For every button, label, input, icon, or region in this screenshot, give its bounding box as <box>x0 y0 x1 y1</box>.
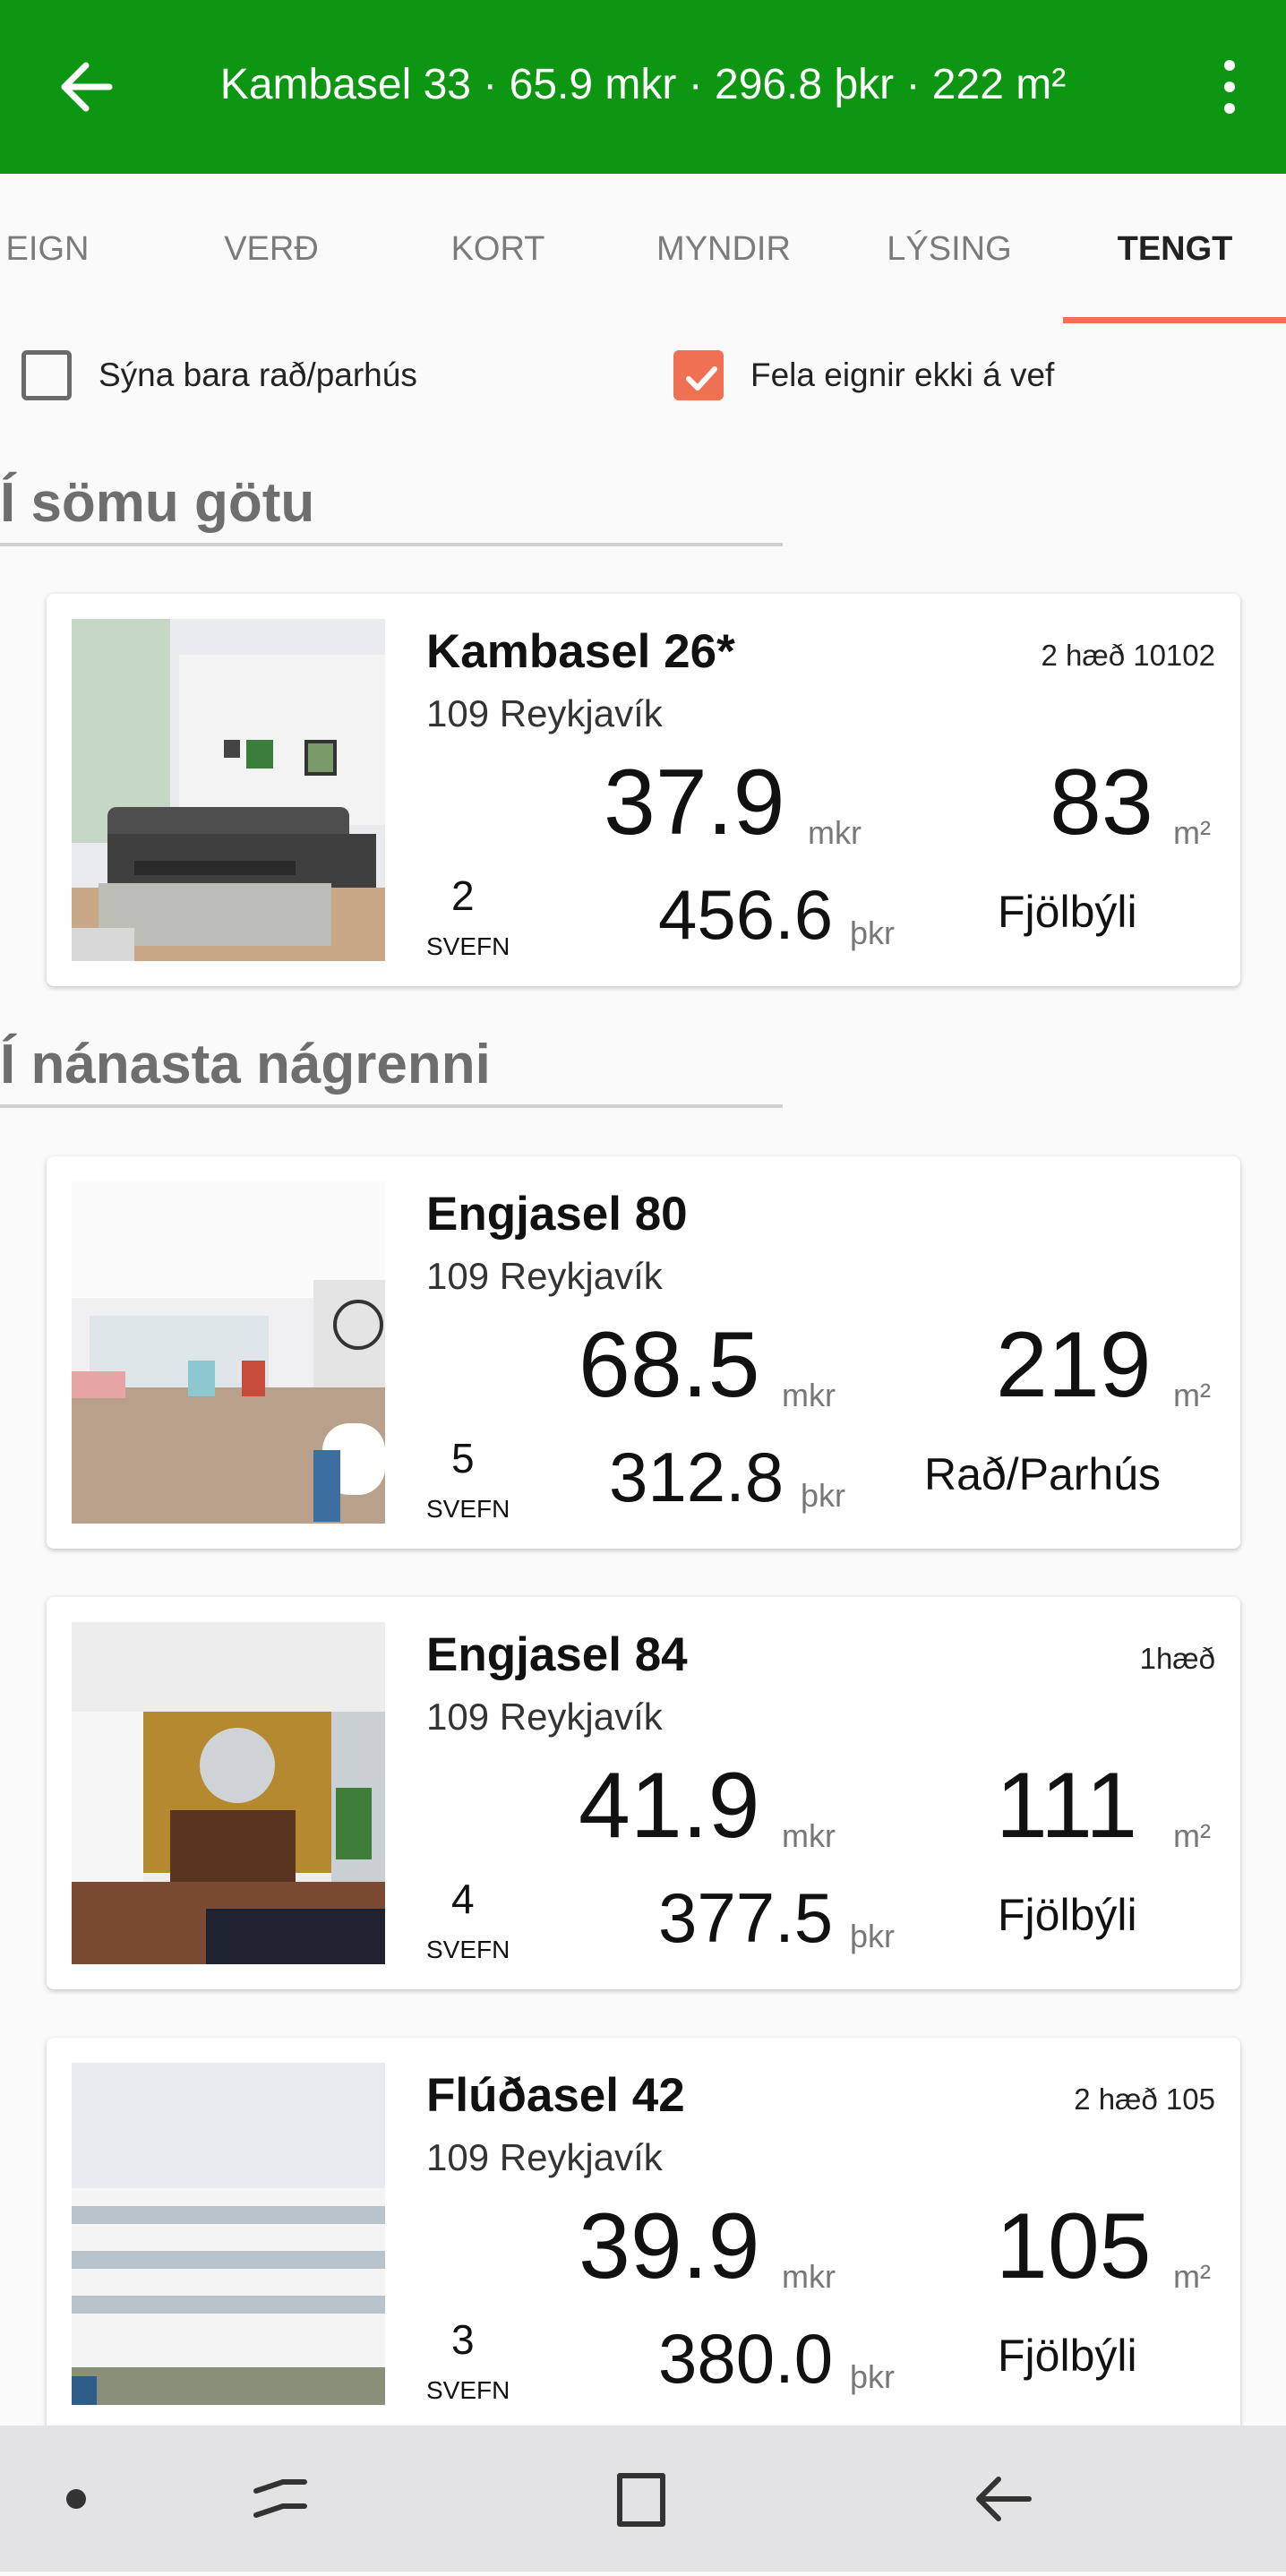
more-vert-icon[interactable] <box>1216 59 1243 115</box>
ppm-unit: þkr <box>801 1477 846 1514</box>
recent-apps-icon[interactable] <box>251 2426 313 2572</box>
filter-row-houses[interactable]: Sýna bara rað/parhús <box>21 344 417 407</box>
nav-dot-icon[interactable] <box>63 2426 90 2572</box>
nav-back-icon[interactable] <box>972 2426 1034 2572</box>
listing-card[interactable]: Engjasel 84 109 Reykjavík 1hæð 41.9 mkr … <box>47 1597 1240 1989</box>
listing-price: 68.5 <box>579 1313 760 1417</box>
listing-bedrooms: 5 <box>451 1435 475 1481</box>
ppm-unit: þkr <box>850 1918 896 1954</box>
tab-myndir[interactable]: MYNDIR <box>612 174 836 324</box>
listing-floor-info: 2 hæð 105 <box>1074 2082 1215 2116</box>
listing-address: Engjasel 80 <box>426 1188 688 1241</box>
listing-city: 109 Reykjavík <box>426 1255 663 1297</box>
filter-hide-offline[interactable]: Fela eignir ekki á vef <box>673 344 1054 407</box>
listing-bedrooms: 2 <box>451 872 475 919</box>
tab-eign[interactable]: EIGN <box>0 174 159 324</box>
row-houses-checkbox[interactable] <box>21 350 72 400</box>
listing-area: 219 <box>996 1313 1152 1417</box>
listing-type: Fjölbýli <box>998 1890 1137 1940</box>
listing-price: 39.9 <box>579 2194 760 2298</box>
tab-verd[interactable]: VERÐ <box>159 174 383 324</box>
hide-offline-checkbox[interactable] <box>673 350 724 400</box>
listing-area: 105 <box>996 2194 1152 2298</box>
system-nav-bar <box>0 2426 1286 2572</box>
listing-bedrooms: 3 <box>451 2316 475 2363</box>
home-icon[interactable] <box>609 2426 672 2572</box>
page-title: Kambasel 33 · 65.9 mkr · 296.8 þkr · 222… <box>219 61 1067 108</box>
listing-price-per-sqm: 456.6 <box>658 875 834 954</box>
tab-lysing[interactable]: LÝSING <box>837 174 1061 324</box>
listing-city: 109 Reykjavík <box>426 1696 663 1738</box>
bedrooms-label: SVEFN <box>426 2376 510 2404</box>
bedrooms-label: SVEFN <box>426 932 510 960</box>
hide-offline-label: Fela eignir ekki á vef <box>750 356 1055 393</box>
listing-type: Fjölbýli <box>998 887 1137 937</box>
listing-type: Fjölbýli <box>998 2331 1137 2381</box>
listing-photo <box>72 2063 385 2405</box>
listing-photo <box>72 1181 385 1524</box>
price-unit: mkr <box>782 2258 836 2295</box>
ppm-unit: þkr <box>850 914 896 951</box>
price-unit: mkr <box>782 1817 836 1854</box>
listing-address: Engjasel 84 <box>426 1628 688 1681</box>
listing-price: 37.9 <box>604 751 785 854</box>
row-houses-label: Sýna bara rað/parhús <box>99 356 417 393</box>
tab-tengt[interactable]: TENGT <box>1063 174 1286 324</box>
listing-city: 109 Reykjavík <box>426 2136 663 2178</box>
tab-bar: EIGN VERÐ KORT MYNDIR LÝSING TENGT <box>0 174 1286 324</box>
listing-address: Kambasel 26* <box>426 625 735 678</box>
listing-city: 109 Reykjavík <box>426 692 663 734</box>
listing-address: Flúðasel 42 <box>426 2069 685 2122</box>
tab-kort[interactable]: KORT <box>386 174 610 324</box>
listing-photo <box>72 1622 385 1964</box>
app-bar: Kambasel 33 · 65.9 mkr · 296.8 þkr · 222… <box>0 0 1286 174</box>
listing-price: 41.9 <box>579 1754 760 1858</box>
listing-type: Rað/Parhús <box>924 1449 1162 1499</box>
area-unit: m² <box>1173 1377 1211 1413</box>
area-unit: m² <box>1173 2258 1211 2295</box>
listing-area: 111 <box>996 1754 1138 1858</box>
listing-photo <box>72 619 385 961</box>
bedrooms-label: SVEFN <box>426 1936 510 1963</box>
area-unit: m² <box>1173 814 1211 851</box>
active-tab-indicator <box>1063 317 1286 323</box>
area-unit: m² <box>1173 1817 1211 1854</box>
back-arrow-icon[interactable] <box>57 56 115 118</box>
ppm-unit: þkr <box>850 2358 896 2395</box>
bedrooms-label: SVEFN <box>426 1495 510 1523</box>
listing-price-per-sqm: 380.0 <box>658 2319 834 2398</box>
section-header-same-street: Í sömu götu <box>0 471 783 546</box>
section-header-nearby: Í nánasta nágrenni <box>0 1033 783 1108</box>
listing-card[interactable]: Kambasel 26* 109 Reykjavík 2 hæð 10102 3… <box>47 594 1240 986</box>
check-icon <box>686 366 717 391</box>
price-unit: mkr <box>808 814 862 851</box>
listing-card[interactable]: Flúðasel 42 109 Reykjavík 2 hæð 105 39.9… <box>47 2038 1240 2430</box>
listing-price-per-sqm: 377.5 <box>658 1878 834 1957</box>
listing-bedrooms: 4 <box>451 1876 475 1922</box>
listing-area: 83 <box>1050 751 1153 854</box>
listing-floor-info: 1hæð <box>1139 1642 1215 1675</box>
price-unit: mkr <box>782 1377 836 1413</box>
listing-card[interactable]: Engjasel 80 109 Reykjavík 68.5 mkr 219 m… <box>47 1156 1240 1549</box>
listing-price-per-sqm: 312.8 <box>609 1438 784 1516</box>
listing-floor-info: 2 hæð 10102 <box>1041 639 1215 672</box>
